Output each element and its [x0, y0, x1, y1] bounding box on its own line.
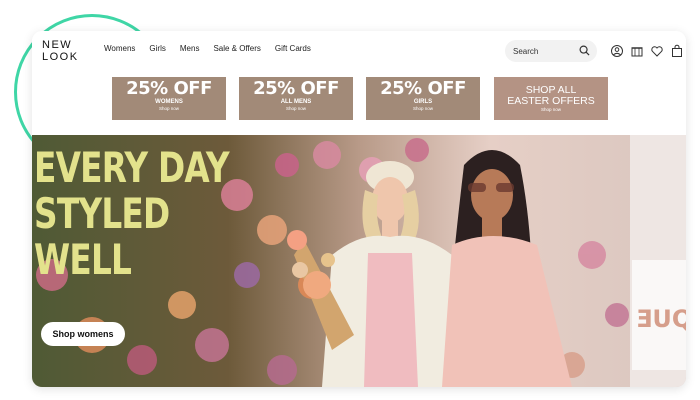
promo-tile-womens[interactable]: 25% OFF WOMENS Shop now	[112, 77, 226, 120]
shop-womens-button[interactable]: Shop womens	[41, 322, 125, 346]
hero-headline-line2: STYLED	[34, 189, 170, 238]
browser-screenshot-card: NEW LOOK Womens Girls Mens Sale & Offers…	[32, 31, 686, 387]
header-icons	[610, 44, 684, 58]
site-header: NEW LOOK Womens Girls Mens Sale & Offers…	[32, 31, 686, 71]
hero-banner: ƎUQ EVERY DAY STYLED WELL Shop womens	[32, 135, 686, 387]
promo-link: Shop now	[158, 106, 179, 111]
account-icon[interactable]	[610, 44, 624, 58]
promo-headline: 25% OFF	[380, 78, 466, 99]
promo-headline-line2: EASTER OFFERS	[507, 95, 595, 107]
search-icon[interactable]	[579, 45, 590, 56]
promo-subline: ALL MENS	[280, 99, 312, 105]
promo-headline: 25% OFF	[126, 78, 212, 99]
bag-icon[interactable]	[670, 44, 684, 58]
brand-logo[interactable]: NEW LOOK	[42, 39, 79, 63]
store-icon[interactable]	[630, 44, 644, 58]
hero-headline-line3: WELL	[34, 235, 132, 284]
promo-banner-row: 25% OFF WOMENS Shop now 25% OFF ALL MENS…	[32, 71, 686, 135]
promo-link: Shop now	[412, 106, 433, 111]
promo-link: Shop now	[285, 106, 306, 111]
hero-headline: EVERY DAY STYLED WELL	[34, 143, 230, 284]
promo-subline: WOMENS	[155, 99, 183, 105]
nav-item-womens[interactable]: Womens	[104, 44, 135, 53]
promo-tile-easter[interactable]: SHOP ALL EASTER OFFERS Shop now	[494, 77, 608, 120]
promo-link: Shop now	[540, 107, 561, 112]
search-input[interactable]	[513, 40, 573, 62]
svg-text:ƎUQ: ƎUQ	[636, 305, 686, 333]
brand-logo-line2: LOOK	[42, 51, 79, 63]
promo-subline: GIRLS	[413, 99, 433, 105]
heart-icon[interactable]	[650, 44, 664, 58]
brand-logo-line1: NEW	[42, 39, 73, 51]
promo-tile-mens[interactable]: 25% OFF ALL MENS Shop now	[239, 77, 353, 120]
hero-headline-line1: EVERY DAY	[34, 143, 230, 192]
nav-item-gift-cards[interactable]: Gift Cards	[275, 44, 311, 53]
nav-item-girls[interactable]: Girls	[149, 44, 165, 53]
main-nav: Womens Girls Mens Sale & Offers Gift Car…	[104, 44, 311, 53]
promo-tile-girls[interactable]: 25% OFF GIRLS Shop now	[366, 77, 480, 120]
nav-item-sale-offers[interactable]: Sale & Offers	[213, 44, 260, 53]
nav-item-mens[interactable]: Mens	[180, 44, 200, 53]
search-bar	[505, 40, 597, 62]
promo-headline: 25% OFF	[253, 78, 339, 99]
